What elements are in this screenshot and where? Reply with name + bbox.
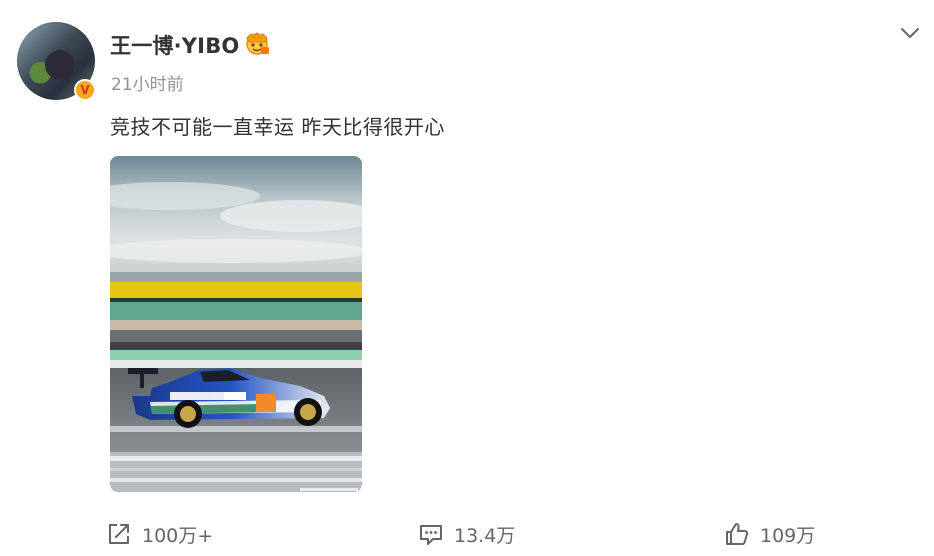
comment-button[interactable]: 13.4万 xyxy=(418,519,515,549)
repost-button[interactable]: 100万+ xyxy=(106,519,213,549)
like-button[interactable]: 109万 xyxy=(724,519,815,549)
crown-vip-icon xyxy=(246,32,269,55)
chevron-down-icon[interactable] xyxy=(900,26,920,40)
verified-badge-icon: V xyxy=(74,79,96,101)
like-count: 109万 xyxy=(760,524,816,547)
post-timestamp[interactable]: 21小时前 xyxy=(111,70,184,95)
author-name[interactable]: 王一博·YIBO xyxy=(110,30,239,60)
share-icon xyxy=(109,524,129,544)
repost-count: 100万+ xyxy=(142,524,214,547)
comment-icon xyxy=(420,525,442,545)
comment-count: 13.4万 xyxy=(454,524,516,547)
thumbs-up-icon xyxy=(726,523,749,545)
post-text: 竞技不可能一直幸运 昨天比得很开心 xyxy=(110,115,445,139)
post-image[interactable] xyxy=(110,156,362,492)
